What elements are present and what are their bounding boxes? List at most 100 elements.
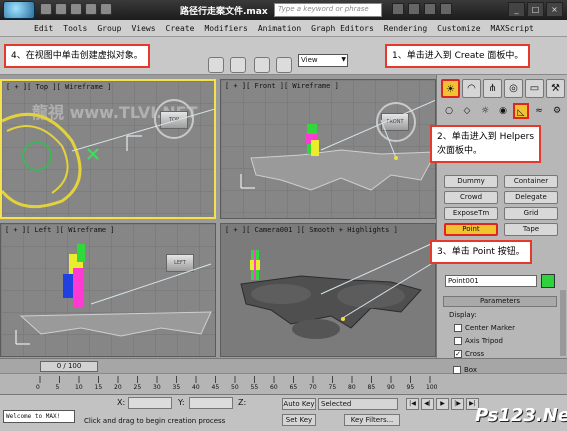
track-tick-label: 0 bbox=[36, 384, 40, 391]
set-key-button[interactable]: Set Key bbox=[282, 414, 316, 426]
track-tick-label: 70 bbox=[309, 384, 317, 391]
crowd-button[interactable]: Crowd bbox=[444, 191, 498, 204]
menu-animation[interactable]: Animation bbox=[258, 24, 301, 33]
menu-maxscript[interactable]: MAXScript bbox=[491, 24, 534, 33]
x-field[interactable] bbox=[128, 397, 172, 409]
cross-checkbox[interactable]: ✓ Cross bbox=[454, 350, 484, 358]
delegate-button[interactable]: Delegate bbox=[504, 191, 558, 204]
systems-icon[interactable]: ⚙ bbox=[549, 103, 565, 119]
play-icon[interactable]: ▶ bbox=[436, 398, 449, 410]
x-label: X: bbox=[117, 398, 126, 407]
track-tick-label: 40 bbox=[192, 384, 200, 391]
hierarchy-tab-icon[interactable]: ⋔ bbox=[483, 79, 502, 98]
callout-step-4: 4、在视图中单击创建虚拟对象。 bbox=[4, 44, 150, 68]
track-ticks bbox=[39, 376, 431, 383]
auto-key-button[interactable]: Auto Key bbox=[282, 398, 316, 410]
viewport-front[interactable]: [ + ][ Front ][ Wireframe ] FRONT bbox=[220, 79, 436, 219]
modify-tab-icon[interactable]: ◠ bbox=[462, 79, 481, 98]
create-tab-sun-icon[interactable]: ☀ bbox=[441, 79, 460, 98]
shapes-icon[interactable]: ◇ bbox=[459, 103, 475, 119]
undo-icon[interactable] bbox=[85, 3, 97, 15]
y-field[interactable] bbox=[189, 397, 233, 409]
helpers-tape-icon[interactable]: ◺ bbox=[513, 103, 529, 119]
track-tick-label: 100 bbox=[426, 384, 438, 391]
z-label: Z: bbox=[238, 398, 247, 407]
move-icon[interactable] bbox=[230, 57, 246, 73]
box-checkbox[interactable]: Box bbox=[453, 366, 477, 374]
callout-step-3: 3、单击 Point 按钮。 bbox=[430, 240, 532, 264]
viewport-top[interactable]: [ + ][ Top ][ Wireframe ] 龍視 www.TLVI.NE… bbox=[0, 79, 216, 219]
app-logo-button[interactable] bbox=[3, 1, 35, 19]
camera-scene bbox=[240, 243, 432, 339]
menu-group[interactable]: Group bbox=[97, 24, 121, 33]
menu-modifiers[interactable]: Modifiers bbox=[204, 24, 247, 33]
left-scene bbox=[15, 244, 212, 345]
previous-frame-icon[interactable]: ◀| bbox=[421, 398, 434, 410]
menu-views[interactable]: Views bbox=[131, 24, 155, 33]
new-file-icon[interactable] bbox=[40, 3, 52, 15]
maxscript-listener[interactable]: Welcome to MAX! bbox=[3, 410, 75, 423]
key-filters-button[interactable]: Key Filters... bbox=[344, 414, 400, 426]
grid-button[interactable]: Grid bbox=[504, 207, 558, 220]
lights-icon[interactable]: ☼ bbox=[477, 103, 493, 119]
exposetm-button[interactable]: ExposeTm bbox=[444, 207, 498, 220]
motion-tab-icon[interactable]: ◎ bbox=[504, 79, 523, 98]
track-tick-label: 95 bbox=[406, 384, 415, 391]
parameters-rollout[interactable]: Parameters bbox=[443, 296, 557, 307]
axis-tripod-checkbox[interactable]: Axis Tripod bbox=[454, 337, 503, 345]
favorites-icon[interactable] bbox=[424, 3, 436, 15]
track-bar[interactable]: 0 5 10 15 20 25 30 35 40 45 50 55 60 65 70 75 80 85 90 95 10… bbox=[0, 373, 567, 394]
menu-customize[interactable]: Customize bbox=[437, 24, 480, 33]
panel-scrollbar[interactable] bbox=[560, 290, 566, 356]
center-marker-checkbox[interactable]: Center Marker bbox=[454, 324, 515, 332]
close-button[interactable]: × bbox=[546, 2, 563, 17]
object-color-swatch[interactable] bbox=[541, 274, 555, 288]
status-prompt: Click and drag to begin creation process bbox=[84, 417, 226, 425]
point-button[interactable]: Point bbox=[444, 223, 498, 236]
scale-icon[interactable] bbox=[276, 57, 292, 73]
menu-graph-editors[interactable]: Graph Editors bbox=[311, 24, 374, 33]
menu-edit[interactable]: Edit bbox=[34, 24, 53, 33]
maximize-button[interactable]: □ bbox=[527, 2, 544, 17]
rotate-icon[interactable] bbox=[254, 57, 270, 73]
object-name-field[interactable]: Point001 bbox=[445, 275, 537, 287]
help-icon[interactable] bbox=[440, 3, 452, 15]
menu-rendering[interactable]: Rendering bbox=[384, 24, 427, 33]
ps123-logo: Ps123.Net bbox=[475, 405, 567, 426]
open-file-icon[interactable] bbox=[55, 3, 67, 15]
y-label: Y: bbox=[178, 398, 185, 407]
next-frame-icon[interactable]: |▶ bbox=[451, 398, 464, 410]
tape-button[interactable]: Tape bbox=[504, 223, 558, 236]
reference-coord-dropdown[interactable]: View bbox=[298, 54, 348, 67]
track-tick-label: 50 bbox=[231, 384, 239, 391]
quick-access-toolbar bbox=[40, 3, 112, 15]
viewport-camera[interactable]: [ + ][ Camera001 ][ Smooth + Highlights … bbox=[220, 223, 436, 357]
cameras-icon[interactable]: ◉ bbox=[495, 103, 511, 119]
search-input[interactable]: Type a keyword or phrase bbox=[274, 3, 382, 17]
selection-set-dropdown[interactable]: Selected bbox=[318, 398, 398, 410]
container-button[interactable]: Container bbox=[504, 175, 558, 188]
frame-counter[interactable]: 0 / 100 bbox=[40, 361, 98, 372]
search-icon[interactable] bbox=[392, 3, 404, 15]
redo-icon[interactable] bbox=[100, 3, 112, 15]
menu-tools[interactable]: Tools bbox=[63, 24, 87, 33]
geometry-icon[interactable]: ○ bbox=[441, 103, 457, 119]
save-file-icon[interactable] bbox=[70, 3, 82, 15]
display-tab-icon[interactable]: ▭ bbox=[525, 79, 544, 98]
character-wire bbox=[22, 141, 52, 171]
minimize-button[interactable]: _ bbox=[508, 2, 525, 17]
window-title: 路径行走案文件.max bbox=[180, 7, 268, 17]
utilities-tab-icon[interactable]: ⚒ bbox=[546, 79, 565, 98]
track-tick-label: 15 bbox=[94, 384, 103, 391]
space-warps-icon[interactable]: ≈ bbox=[531, 103, 547, 119]
select-region-icon[interactable] bbox=[208, 57, 224, 73]
track-tick-label: 80 bbox=[348, 384, 356, 391]
communication-icon[interactable] bbox=[408, 3, 420, 15]
dummy-button[interactable]: Dummy bbox=[444, 175, 498, 188]
menu-bar: Edit Tools Group Views Create Modifiers … bbox=[0, 20, 567, 37]
viewport-left[interactable]: [ + ][ Left ][ Wireframe ] LEFT bbox=[0, 223, 216, 357]
command-panel: ☀ ◠ ⋔ ◎ ▭ ⚒ ○ ◇ ☼ ◉ ◺ ≈ ⚙ Dummy Containe… bbox=[436, 75, 567, 358]
menu-create[interactable]: Create bbox=[166, 24, 195, 33]
go-to-start-icon[interactable]: |◀ bbox=[406, 398, 419, 410]
time-slider[interactable]: 0 / 100 bbox=[0, 358, 567, 373]
